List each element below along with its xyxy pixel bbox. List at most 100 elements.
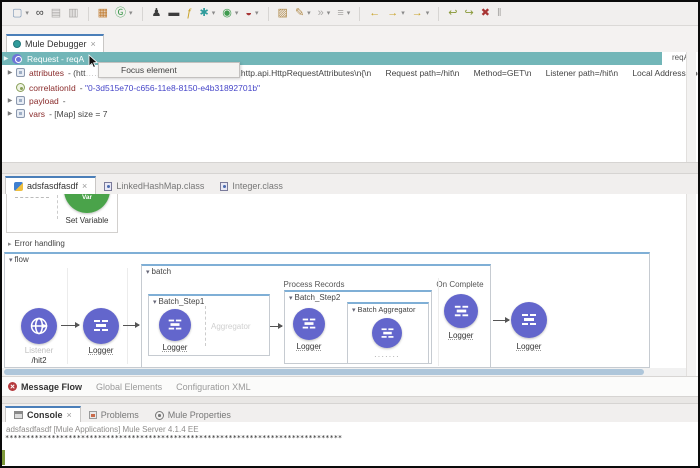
triangle-right-icon[interactable]: ▸ bbox=[8, 241, 12, 248]
debugger-scrollbar[interactable] bbox=[686, 52, 696, 162]
expand-icon[interactable]: ▶ bbox=[6, 69, 14, 76]
close-icon[interactable]: × bbox=[82, 181, 87, 191]
batch-step1-title[interactable]: ▾ Batch_Step1 bbox=[153, 297, 204, 306]
expand-icon[interactable]: ▶ bbox=[2, 55, 10, 62]
expand-icon[interactable]: ▶ bbox=[6, 110, 14, 117]
new-file-icon[interactable]: ▢ bbox=[12, 8, 22, 19]
batch-title[interactable]: ▾ batch bbox=[146, 267, 171, 276]
package-icon[interactable]: ▦ bbox=[98, 8, 108, 19]
batch-step2-title[interactable]: ▾ Batch_Step2 bbox=[289, 293, 340, 302]
variable-row-vars[interactable]: ▶ vars - [Map] size = 7 bbox=[6, 107, 696, 120]
tab-mule-debugger[interactable]: Mule Debugger × bbox=[6, 34, 104, 52]
scrollbar-thumb[interactable] bbox=[4, 369, 644, 375]
run-icon[interactable]: ◉ bbox=[222, 8, 232, 19]
tab-integer-class[interactable]: Integer.class bbox=[212, 178, 291, 194]
skip-breakpoints-icon[interactable]: » bbox=[318, 8, 324, 19]
global-elements-icon[interactable]: Ⓖ bbox=[115, 8, 126, 19]
expand-icon[interactable]: ▶ bbox=[6, 97, 14, 104]
tab-label: Console bbox=[27, 410, 63, 420]
triangle-down-icon[interactable]: ▾ bbox=[146, 269, 150, 276]
save-all-icon[interactable]: ▥ bbox=[68, 8, 78, 19]
forward-dropdown-icon[interactable]: ▾ bbox=[401, 10, 405, 17]
error-handling-section[interactable]: ▸ Error handling bbox=[8, 239, 65, 248]
terminal-icon[interactable]: ▬ bbox=[168, 8, 179, 19]
logger-icon[interactable] bbox=[444, 294, 478, 328]
back-icon[interactable]: ← bbox=[369, 8, 380, 19]
external-tools-icon[interactable]: ✎ bbox=[295, 8, 304, 19]
tab-console[interactable]: Console × bbox=[5, 406, 81, 422]
section-divider bbox=[438, 278, 439, 366]
variable-row-correlationid[interactable]: correlationId - "0-3d515e70-c656-11e8-81… bbox=[14, 81, 694, 94]
suspend-icon[interactable]: ‖ bbox=[497, 8, 502, 19]
clipped-component bbox=[15, 194, 49, 198]
batch-step1-scope[interactable]: ▾ Batch_Step1 Logger Aggregator bbox=[148, 294, 270, 356]
mule-exchange-icon[interactable]: ∞ bbox=[36, 8, 44, 19]
skip-dropdown-icon[interactable]: ▾ bbox=[327, 10, 331, 17]
tools-dropdown-icon[interactable]: ▾ bbox=[307, 10, 311, 17]
triangle-down-icon[interactable]: ▾ bbox=[9, 257, 13, 264]
triangle-down-icon[interactable]: ▾ bbox=[289, 295, 293, 302]
save-icon[interactable]: ▤ bbox=[51, 8, 61, 19]
step-into-icon[interactable]: ↪ bbox=[465, 8, 474, 19]
logger-icon[interactable] bbox=[159, 309, 191, 341]
debug-icon[interactable]: ◒ bbox=[245, 8, 252, 19]
close-icon[interactable]: × bbox=[91, 39, 96, 49]
flow-title[interactable]: ▾ flow bbox=[9, 255, 29, 264]
canvas-horizontal-scrollbar[interactable] bbox=[2, 368, 688, 376]
mark-occurrences-icon[interactable]: ≡ bbox=[337, 8, 343, 19]
editor-view-tabs: Message Flow Global Elements Configurati… bbox=[2, 376, 698, 396]
canvas-vertical-scrollbar[interactable] bbox=[686, 194, 696, 376]
tab-configuration-xml[interactable]: Configuration XML bbox=[176, 382, 251, 392]
user-icon[interactable]: ♟ bbox=[152, 8, 162, 19]
open-resource-icon[interactable]: ▨ bbox=[278, 8, 288, 19]
tab-mule-properties[interactable]: Mule Properties bbox=[147, 408, 239, 422]
logger-label[interactable]: Logger bbox=[149, 343, 201, 352]
set-variable-label[interactable]: Set Variable bbox=[60, 216, 114, 225]
logger-label[interactable]: Logger bbox=[283, 342, 335, 351]
tab-global-elements[interactable]: Global Elements bbox=[96, 382, 162, 392]
tab-message-flow[interactable]: Message Flow bbox=[8, 382, 82, 392]
tab-problems[interactable]: Problems bbox=[81, 408, 147, 422]
panel-resize-handle[interactable] bbox=[2, 162, 698, 174]
gear-icon[interactable]: ✱ bbox=[200, 8, 209, 19]
terminate-icon[interactable]: ✖ bbox=[481, 8, 490, 19]
forward-icon[interactable]: → bbox=[387, 8, 398, 19]
last-edit-dropdown-icon[interactable]: ▾ bbox=[426, 10, 430, 17]
http-listener-icon[interactable] bbox=[21, 308, 57, 344]
panel-resize-handle[interactable] bbox=[2, 396, 698, 404]
run-dropdown-icon[interactable]: ▾ bbox=[235, 10, 239, 17]
logger-icon[interactable] bbox=[83, 308, 119, 344]
logger-label[interactable]: Logger bbox=[434, 331, 488, 340]
step-return-icon[interactable]: ↩ bbox=[448, 8, 457, 19]
logger-label[interactable]: Logger bbox=[73, 346, 129, 355]
flow-scope[interactable]: ▾ flow Listener /hit2 Logger ▾ batch Pro… bbox=[4, 252, 650, 368]
close-icon[interactable]: × bbox=[67, 410, 72, 420]
logger-label[interactable]: Logger bbox=[501, 342, 557, 351]
mark-dropdown-icon[interactable]: ▾ bbox=[347, 10, 351, 17]
global-dropdown-icon[interactable]: ▾ bbox=[129, 10, 133, 17]
new-dropdown-icon[interactable]: ▾ bbox=[25, 10, 29, 17]
tab-label: adsfasdfasdf bbox=[27, 181, 79, 191]
tab-linkedhashmap-class[interactable]: LinkedHashMap.class bbox=[96, 178, 212, 194]
mule-debugger-panel: Mule Debugger × ▶ Request - reqA reqAt ▶… bbox=[2, 26, 698, 162]
triangle-down-icon[interactable]: ▾ bbox=[153, 299, 157, 306]
flow-name: flow bbox=[14, 255, 29, 264]
tab-adsfasdfasdf[interactable]: adsfasdfasdf × bbox=[5, 176, 97, 194]
logger-icon[interactable] bbox=[372, 318, 402, 348]
batch-aggregator-title[interactable]: ▾ Batch Aggregator bbox=[352, 305, 415, 314]
batch-scope[interactable]: ▾ batch Process Records On Complete ▾ Batc… bbox=[141, 264, 491, 368]
variable-row-payload[interactable]: ▶ payload - bbox=[6, 94, 696, 107]
triangle-down-icon[interactable]: ▾ bbox=[352, 307, 356, 314]
batch-step2-scope[interactable]: ▾Batch_Step2 Logger ▾Batch Aggregator bbox=[284, 290, 432, 364]
last-edit-icon[interactable]: → bbox=[412, 8, 423, 19]
logger-icon[interactable] bbox=[293, 308, 325, 340]
toolbar-separator bbox=[141, 6, 143, 21]
debug-dropdown-icon[interactable]: ▾ bbox=[255, 10, 259, 17]
listener-label: Listener bbox=[24, 346, 54, 355]
drop-zone-divider bbox=[57, 195, 58, 219]
batch-aggregator-scope[interactable]: ▾ Batch Aggregator ······· bbox=[347, 302, 429, 364]
gear-dropdown-icon[interactable]: ▾ bbox=[212, 10, 216, 17]
variable-name: vars bbox=[29, 108, 46, 119]
logger-icon[interactable] bbox=[511, 302, 547, 338]
dataweave-icon[interactable]: ƒ bbox=[186, 8, 192, 19]
